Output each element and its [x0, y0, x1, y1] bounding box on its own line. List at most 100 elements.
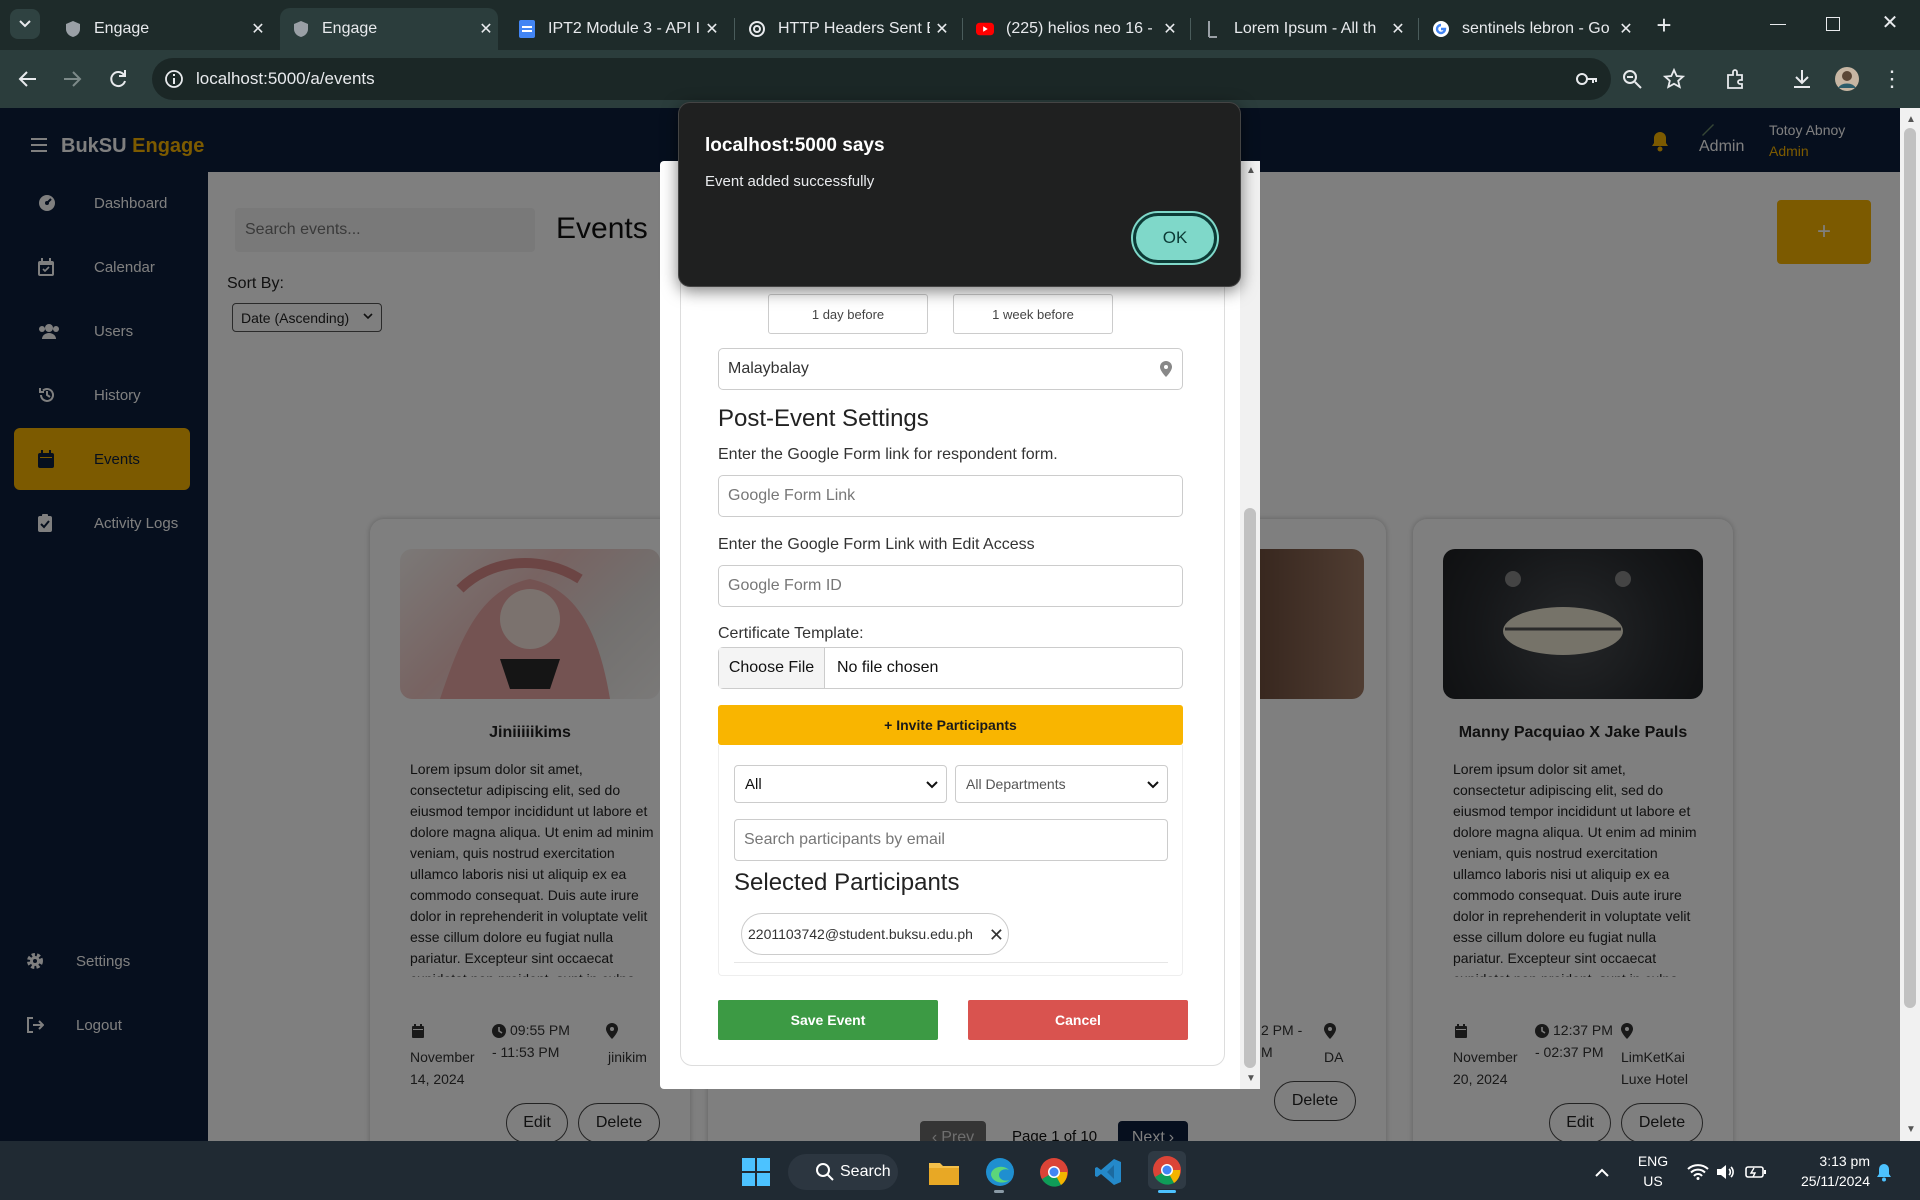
modal-scrollbar-thumb[interactable] [1244, 508, 1256, 1068]
browser-tab[interactable]: sentinels lebron - Go ✕ [1420, 8, 1638, 50]
taskbar-search-button[interactable]: Search [788, 1154, 898, 1190]
no-file-text: No file chosen [837, 659, 939, 676]
browser-tab-strip: Engage ✕ Engage ✕ IPT2 Module 3 - API I … [0, 0, 1920, 50]
selected-participants-heading: Selected Participants [734, 869, 960, 896]
reminder-option[interactable]: 1 week before [953, 294, 1113, 334]
tab-title: Engage [94, 20, 150, 37]
event-form: 1 day before 1 week before Malaybalay Po… [680, 161, 1225, 1066]
close-icon[interactable]: ✕ [930, 19, 954, 39]
bookmark-star-icon[interactable] [1663, 68, 1685, 90]
windows-taskbar [0, 1141, 1920, 1200]
chevron-down-icon [1147, 781, 1159, 789]
language-code: ENG [1637, 1153, 1669, 1169]
engage-icon [64, 20, 82, 38]
clock-date: 25/11/2024 [1800, 1173, 1870, 1189]
cancel-button[interactable]: Cancel [968, 1000, 1188, 1040]
browser-menu-icon[interactable]: ⋮ [1878, 65, 1906, 93]
close-icon[interactable]: ✕ [1614, 19, 1638, 39]
google-form-link-input[interactable]: Google Form Link [718, 475, 1183, 517]
department-value: All Departments [966, 776, 1066, 792]
remove-participant-icon[interactable]: ✕ [989, 925, 1004, 946]
browser-tab[interactable]: Lorem Ipsum - All th ✕ [1192, 8, 1410, 50]
browser-tab[interactable]: HTTP Headers Sent B ✕ [736, 8, 954, 50]
zoom-icon[interactable] [1622, 69, 1642, 89]
clock-time: 3:13 pm [1819, 1153, 1870, 1169]
restore-window-icon[interactable] [1826, 17, 1840, 31]
url-text: localhost:5000/a/events [196, 69, 375, 88]
address-bar[interactable]: localhost:5000/a/events [152, 58, 1685, 100]
close-icon[interactable]: ✕ [1386, 19, 1410, 39]
certificate-label: Certificate Template: [718, 625, 864, 642]
battery-icon[interactable] [1740, 1156, 1772, 1188]
notification-bell-icon[interactable] [1868, 1156, 1900, 1188]
chevron-down-icon [926, 781, 938, 789]
youtube-icon [976, 20, 994, 38]
language-indicator[interactable]: ENG US [1634, 1151, 1672, 1191]
alert-title: localhost:5000 says [705, 135, 885, 156]
invite-participants-button[interactable]: + Invite Participants [718, 705, 1183, 745]
forward-icon[interactable] [58, 65, 86, 93]
browser-tab-active[interactable]: Engage ✕ [280, 8, 498, 50]
tab-search-button[interactable] [10, 9, 40, 39]
reminder-option[interactable]: 1 day before [768, 294, 928, 334]
tab-title: HTTP Headers Sent B [778, 20, 930, 37]
close-icon[interactable]: ✕ [474, 19, 498, 39]
docs-icon [518, 20, 536, 38]
department-select[interactable]: All Departments [955, 765, 1168, 803]
modal-scrollbar[interactable]: ▲ ▼ [1240, 161, 1260, 1089]
tab-title: IPT2 Module 3 - API I [548, 20, 700, 37]
engage-icon [292, 20, 310, 38]
chrome-icon[interactable] [1038, 1156, 1070, 1188]
participant-chip: 2201103742@student.buksu.edu.ph ✕ [741, 913, 1009, 955]
minimize-window-icon[interactable] [1770, 24, 1786, 25]
back-icon[interactable] [14, 65, 42, 93]
location-value: Malaybalay [728, 360, 809, 377]
file-explorer-icon[interactable] [928, 1156, 960, 1188]
browser-tab[interactable]: Engage ✕ [52, 8, 270, 50]
certificate-file-input[interactable]: Choose File No file chosen [718, 647, 1183, 689]
location-input[interactable]: Malaybalay [718, 348, 1183, 390]
vscode-icon[interactable] [1092, 1156, 1124, 1188]
browser-tab[interactable]: IPT2 Module 3 - API I ✕ [506, 8, 724, 50]
password-key-icon[interactable] [1575, 69, 1599, 89]
tab-title: Engage [322, 20, 378, 37]
form-link-label: Enter the Google Form link for responden… [718, 446, 1058, 463]
tab-title: sentinels lebron - Go [1462, 20, 1610, 37]
participant-type-select[interactable]: All [734, 765, 947, 803]
edge-browser-icon[interactable] [984, 1156, 1016, 1188]
reload-icon[interactable] [104, 65, 132, 93]
chrome-icon-active[interactable] [1148, 1151, 1186, 1189]
extensions-icon[interactable] [1722, 65, 1750, 93]
close-icon[interactable]: ✕ [1158, 19, 1182, 39]
show-hidden-icons-icon[interactable] [1586, 1156, 1618, 1188]
browser-tab[interactable]: (225) helios neo 16 - ✕ [964, 8, 1182, 50]
google-form-id-input[interactable]: Google Form ID [718, 565, 1183, 607]
alert-ok-button[interactable]: OK [1133, 213, 1217, 263]
close-icon[interactable]: ✕ [246, 19, 270, 39]
chatgpt-icon [748, 20, 766, 38]
close-window-icon[interactable]: ✕ [1878, 10, 1902, 34]
taskbar-clock[interactable]: 3:13 pm 25/11/2024 [1778, 1151, 1870, 1191]
close-icon[interactable]: ✕ [700, 19, 724, 39]
windows-start-icon[interactable] [740, 1156, 772, 1188]
page-scrollbar[interactable]: ▲ ▼ [1900, 108, 1920, 1141]
post-event-heading: Post-Event Settings [718, 405, 929, 432]
save-event-button[interactable]: Save Event [718, 1000, 938, 1040]
keyboard-layout: US [1643, 1173, 1663, 1189]
browser-toolbar: localhost:5000/a/events ⋮ [0, 50, 1920, 108]
scrollbar-thumb[interactable] [1904, 128, 1916, 1008]
alert-dialog: localhost:5000 says Event added successf… [678, 102, 1241, 287]
taskbar-search-label: Search [840, 1163, 891, 1180]
google-icon [1432, 20, 1450, 38]
volume-icon[interactable] [1710, 1156, 1742, 1188]
location-pin-icon [1160, 361, 1172, 377]
tab-title: (225) helios neo 16 - [1006, 20, 1153, 37]
participant-search-input[interactable]: Search participants by email [734, 819, 1168, 861]
participant-type-value: All [745, 775, 762, 793]
download-icon[interactable] [1788, 65, 1816, 93]
profile-avatar-icon[interactable] [1833, 65, 1861, 93]
new-tab-button[interactable]: + [1650, 12, 1678, 40]
search-icon [816, 1163, 834, 1181]
choose-file-button[interactable]: Choose File [719, 648, 825, 688]
site-info-icon[interactable] [164, 69, 184, 89]
